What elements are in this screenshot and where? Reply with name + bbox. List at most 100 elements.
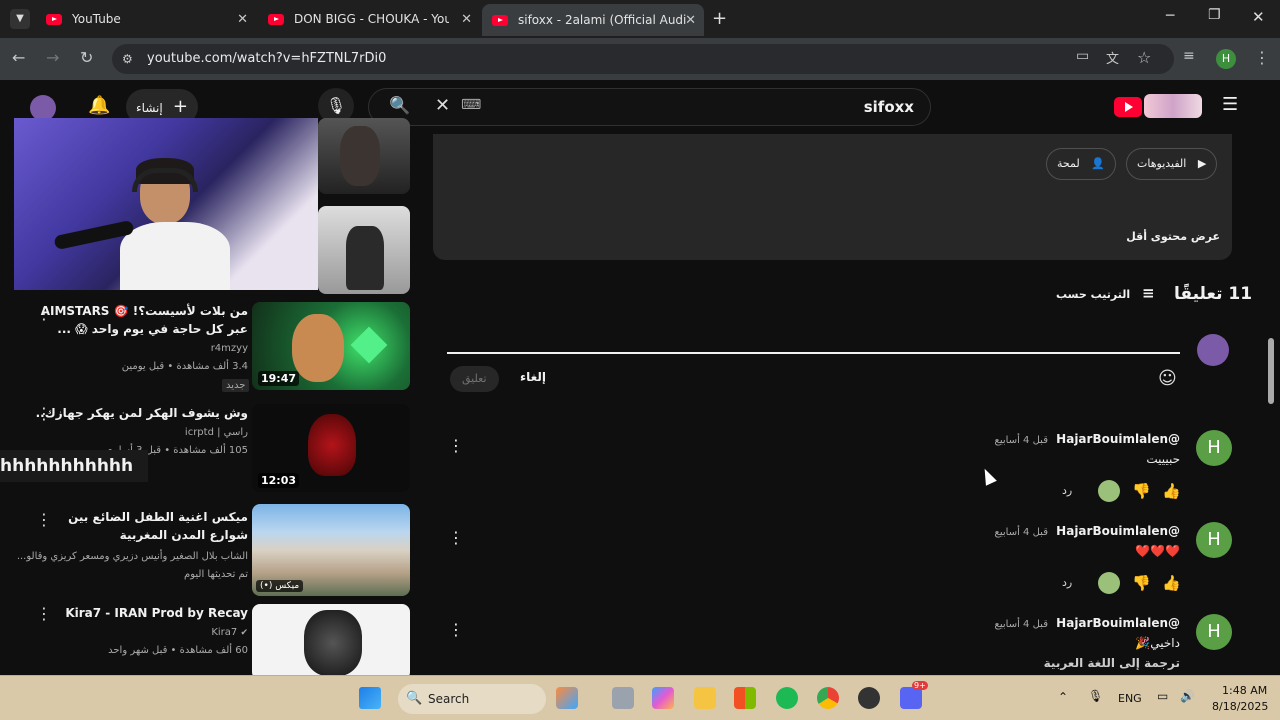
translate-link[interactable]: ترجمة إلى اللغة العربية	[1044, 656, 1180, 670]
comment-author[interactable]: @HajarBouimlalen قبل 4 أسابيع	[995, 432, 1180, 446]
obs-icon[interactable]	[858, 687, 880, 709]
submit-comment-button[interactable]: تعليق	[450, 366, 499, 392]
bookmark-star-icon[interactable]: ☆	[1137, 48, 1151, 67]
clock-date[interactable]: 8/18/2025	[1212, 700, 1268, 713]
video-thumbnail[interactable]	[318, 118, 410, 194]
search-box[interactable]: 🔍 ✕ ⌨ sifoxx	[368, 88, 931, 126]
main-content: الفيديوهات ▶ لمحة 👤 عرض محتوى أقل 11 تعل…	[420, 134, 1280, 675]
discord-icon[interactable]: 9+	[900, 681, 928, 709]
taskbar-search[interactable]: 🔍 Search	[398, 684, 546, 714]
comment-avatar[interactable]: H	[1196, 614, 1232, 650]
mic-tray-icon[interactable]: 🎙	[1088, 689, 1103, 703]
cancel-button[interactable]: إلغاء	[520, 370, 546, 384]
youtube-logo[interactable]	[1114, 97, 1142, 117]
notification-badge: 9+	[912, 681, 928, 690]
show-less-link[interactable]: عرض محتوى أقل	[1126, 230, 1220, 243]
channel-doodle-logo	[1144, 94, 1202, 118]
forward-icon[interactable]: →	[46, 48, 59, 67]
hamburger-menu-icon[interactable]: ☰	[1222, 94, 1238, 115]
video-thumbnail[interactable]: 12:03	[252, 404, 410, 492]
language-indicator[interactable]: ENG	[1118, 692, 1142, 705]
search-icon[interactable]: 🔍	[389, 96, 410, 116]
page-scrollbar[interactable]	[1268, 338, 1274, 404]
tab-close-icon[interactable]: ✕	[461, 12, 472, 27]
tab-don-bigg[interactable]: DON BIGG - CHOUKA - YouTube ✕	[258, 6, 480, 32]
clear-search-icon[interactable]: ✕	[435, 95, 450, 116]
streamer-shirt	[120, 222, 230, 290]
verified-icon: ✔	[240, 628, 248, 638]
install-app-icon[interactable]: ▭	[1076, 48, 1089, 64]
comment-menu-icon[interactable]: ⋮	[448, 528, 464, 547]
comment-avatar[interactable]: H	[1196, 430, 1232, 466]
minimize-icon[interactable]: ─	[1166, 8, 1174, 24]
tab-close-icon[interactable]: ✕	[237, 12, 248, 27]
comment-author[interactable]: @HajarBouimlalen قبل 4 أسابيع	[995, 524, 1180, 538]
video-channel[interactable]: راسي | icrptd	[18, 424, 248, 442]
maximize-icon[interactable]: ❐	[1208, 7, 1221, 23]
video-thumbnail[interactable]	[252, 604, 410, 675]
like-icon[interactable]: 👍	[1162, 574, 1181, 592]
video-title[interactable]: ميكس اغنية الطفل الضائع بين شوارع المدن …	[28, 508, 248, 544]
new-tab-icon[interactable]: +	[712, 8, 727, 29]
video-channel[interactable]: r4mzyy	[18, 340, 248, 358]
emoji-icon[interactable]: ☺	[1158, 368, 1177, 389]
video-thumbnail[interactable]	[318, 206, 410, 294]
microsoft-store-icon[interactable]	[734, 687, 756, 709]
reply-button[interactable]: رد	[1062, 576, 1072, 589]
notifications-bell-icon[interactable]: 🔔	[88, 95, 110, 116]
video-menu-icon[interactable]: ⋮	[36, 404, 52, 423]
video-menu-icon[interactable]: ⋮	[36, 604, 52, 623]
comment-input[interactable]	[447, 336, 1180, 354]
reload-icon[interactable]: ↻	[80, 48, 93, 67]
copilot-icon[interactable]	[652, 687, 674, 709]
tab-search-icon[interactable]: ▼	[10, 9, 30, 29]
like-icon[interactable]: 👍	[1162, 482, 1181, 500]
tab-close-icon[interactable]: ✕	[685, 13, 696, 28]
video-channel[interactable]: ✔ Kira7	[18, 624, 248, 642]
address-bar-row: ← → ↻ ⚙ youtube.com/watch?v=hFZTNL7rDi0 …	[0, 38, 1280, 80]
video-title[interactable]: من بلات لأسيست؟! 🎯 AIMSTARS عبر كل حاجة …	[28, 302, 248, 338]
video-meta: تم تحديثها اليوم	[184, 569, 248, 580]
window-close-icon[interactable]: ✕	[1252, 8, 1265, 26]
site-info-icon[interactable]: ⚙	[122, 44, 133, 74]
video-title[interactable]: وش يشوف الهكر لمن يهكر جهازك..	[28, 404, 248, 422]
video-duration: 12:03	[258, 473, 300, 488]
video-thumbnail[interactable]: (•) ميكس	[252, 504, 410, 596]
comment-author[interactable]: @HajarBouimlalen قبل 4 أسابيع	[995, 616, 1180, 630]
sort-button[interactable]: الترتيب حسب ≡	[1056, 284, 1155, 302]
tray-overflow-icon[interactable]: ⌃	[1058, 690, 1068, 704]
reply-button[interactable]: رد	[1062, 484, 1072, 497]
clock-time[interactable]: 1:48 AM	[1222, 684, 1267, 697]
keyboard-icon[interactable]: ⌨	[461, 97, 481, 113]
file-explorer-icon[interactable]	[694, 687, 716, 709]
dislike-icon[interactable]: 👎	[1132, 574, 1151, 592]
video-channel[interactable]: الشاب بلال الصغير وأنيس دزيري ومسعر كريز…	[18, 548, 248, 566]
browser-menu-icon[interactable]: ⋮	[1254, 48, 1270, 67]
video-menu-icon[interactable]: ⋮	[36, 304, 52, 323]
translate-icon[interactable]: 文	[1106, 48, 1119, 67]
comment-menu-icon[interactable]: ⋮	[448, 436, 464, 455]
video-menu-icon[interactable]: ⋮	[36, 510, 52, 529]
video-title[interactable]: Kira7 - IRAN Prod by Recay	[28, 604, 248, 622]
start-windows-icon[interactable]	[359, 687, 381, 709]
media-control-icon[interactable]: ≡	[1183, 48, 1195, 64]
spotify-icon[interactable]	[776, 687, 798, 709]
network-icon[interactable]: ▭	[1157, 689, 1168, 703]
task-view-icon[interactable]	[612, 687, 634, 709]
video-meta: 3.4 ألف مشاهدة • قبل يومين	[121, 361, 248, 372]
dislike-icon[interactable]: 👎	[1132, 482, 1151, 500]
back-icon[interactable]: ←	[12, 48, 25, 67]
video-thumbnail[interactable]: 19:47	[252, 302, 410, 390]
comment-avatar[interactable]: H	[1196, 522, 1232, 558]
about-chip[interactable]: لمحة 👤	[1046, 148, 1116, 180]
videos-chip[interactable]: الفيديوهات ▶	[1126, 148, 1218, 180]
tab-youtube[interactable]: YouTube ✕	[36, 6, 256, 32]
tab-sifoxx[interactable]: sifoxx - 2alami (Official Audio) - YouTu…	[482, 4, 704, 36]
profile-avatar[interactable]: H	[1216, 49, 1236, 69]
search-input[interactable]: sifoxx	[864, 98, 914, 116]
chrome-icon[interactable]	[817, 687, 839, 709]
widgets-icon[interactable]	[556, 687, 578, 709]
url-input[interactable]: ⚙ youtube.com/watch?v=hFZTNL7rDi0	[112, 44, 1174, 74]
volume-icon[interactable]: 🔊	[1180, 689, 1195, 703]
comment-menu-icon[interactable]: ⋮	[448, 620, 464, 639]
